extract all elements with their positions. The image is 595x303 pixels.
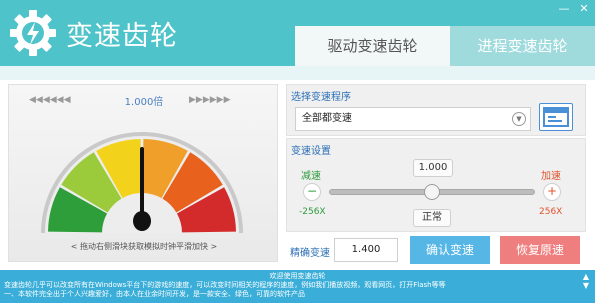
confirm-speed-button[interactable]: 确认变速 — [410, 236, 490, 264]
right-arrows-icon: ▶▶▶▶▶▶ — [189, 95, 231, 105]
info-footer: 欢迎使用变速齿轮 变速齿轮几乎可以改变所有在Windows平台下的游戏的速度，可… — [0, 270, 595, 303]
speed-slider-thumb[interactable] — [424, 184, 440, 200]
title-bar: 变速齿轮 — ✕ 驱动变速齿轮 进程变速齿轮 — [0, 0, 595, 66]
fast-label: 加速 — [541, 171, 561, 182]
slow-label: 减速 — [301, 171, 321, 182]
footer-line-2: 一、本软件完全出于个人兴趣爱好，由本人在业余时间开发，是一款安全、绿色，可靠的软… — [4, 290, 305, 298]
left-arrows-icon: ◀◀◀◀◀◀ — [29, 95, 71, 105]
current-speed-display: 1.000 — [413, 159, 453, 177]
footer-welcome: 欢迎使用变速齿轮 — [269, 272, 326, 280]
speed-settings-title: 变速设置 — [291, 146, 331, 157]
speed-settings-section: 变速设置 1.000 减速 加速 − + -256X 正常 256X — [286, 138, 586, 232]
needle-hub — [133, 211, 151, 231]
slider-min-value: -256X — [299, 207, 326, 217]
speed-multiplier: 1.000倍 — [124, 97, 164, 108]
normal-speed-button[interactable]: 正常 — [413, 209, 451, 227]
increase-speed-button[interactable]: + — [543, 183, 561, 201]
tab-process-speed[interactable]: 进程变速齿轮 — [450, 26, 595, 66]
gauge-panel: ◀◀◀◀◀◀ 1.000倍 ▶▶▶▶▶▶ < 拖动右侧滑块获取模拟时钟平滑加快 … — [8, 84, 278, 262]
process-select[interactable]: 全部都变速 ▼ — [295, 107, 531, 131]
slider-max-value: 256X — [539, 207, 563, 217]
speed-gauge — [41, 132, 243, 233]
window-icon — [543, 107, 569, 127]
exact-speed-row: 精确变速 1.400 确认变速 恢复原速 — [286, 236, 586, 264]
footer-scroll-icon[interactable]: ▲ ▼ — [583, 272, 589, 290]
close-icon[interactable]: ✕ — [577, 3, 591, 15]
decrease-speed-button[interactable]: − — [303, 183, 321, 201]
footer-line-1: 变速齿轮几乎可以改变所有在Windows平台下的游戏的速度，可以改变时间相关的程… — [4, 281, 446, 289]
app-title: 变速齿轮 — [66, 21, 178, 52]
header-divider — [0, 66, 595, 80]
gear-logo-icon — [10, 10, 56, 56]
exact-speed-label: 精确变速 — [290, 248, 330, 259]
control-panel: 选择变速程序 全部都变速 ▼ 变速设置 1.000 减速 加速 − + -256… — [286, 84, 586, 264]
minimize-icon[interactable]: — — [557, 3, 571, 15]
gauge-hint: < 拖动右侧滑块获取模拟时钟平滑加快 > — [70, 242, 218, 251]
exact-speed-input[interactable]: 1.400 — [334, 238, 398, 262]
tab-driver-speed[interactable]: 驱动变速齿轮 — [295, 26, 450, 66]
process-section-title: 选择变速程序 — [291, 92, 351, 103]
window-picker-button[interactable] — [539, 103, 573, 131]
main-content: ◀◀◀◀◀◀ 1.000倍 ▶▶▶▶▶▶ < 拖动右侧滑块获取模拟时钟平滑加快 … — [0, 80, 595, 270]
process-select-value: 全部都变速 — [302, 113, 352, 124]
restore-speed-button[interactable]: 恢复原速 — [500, 236, 580, 264]
process-section: 选择变速程序 全部都变速 ▼ — [286, 84, 586, 136]
chevron-down-icon[interactable]: ▼ — [512, 112, 526, 126]
